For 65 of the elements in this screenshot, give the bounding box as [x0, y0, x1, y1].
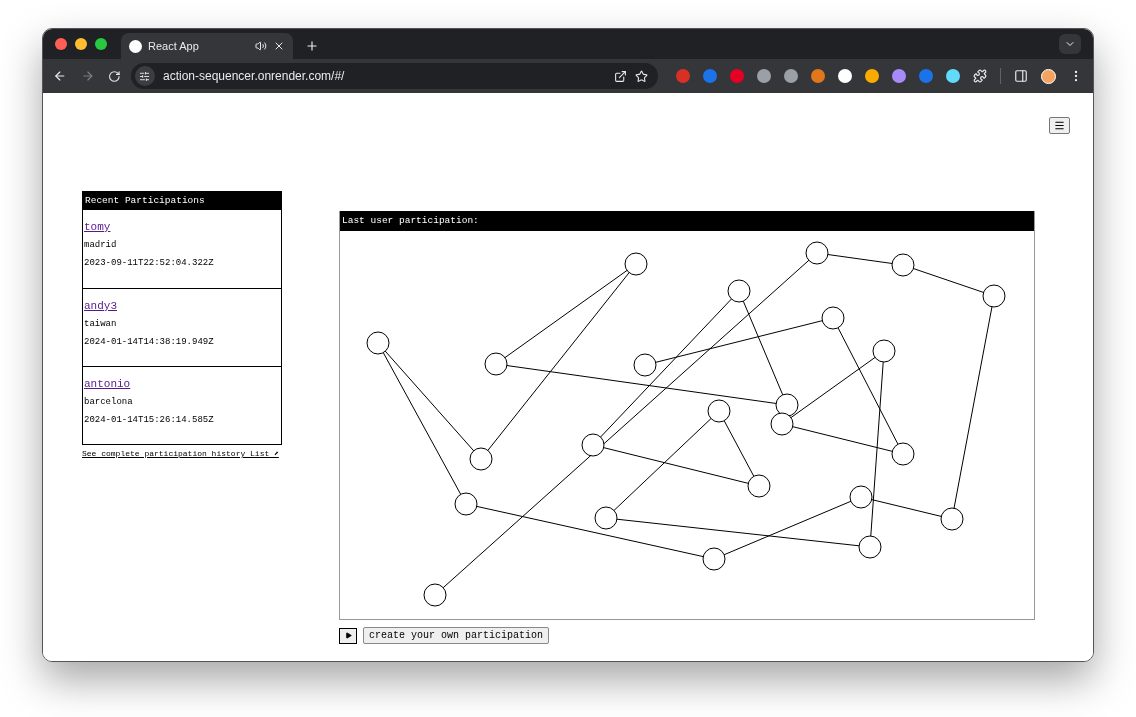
forward-icon[interactable] [80, 69, 95, 83]
graph-node [727, 279, 751, 303]
new-tab-icon[interactable] [305, 39, 319, 53]
graph-node [805, 241, 829, 265]
open-external-icon[interactable] [614, 69, 627, 83]
graph-node [423, 583, 447, 607]
maximize-window-icon[interactable] [95, 38, 107, 50]
minimize-window-icon[interactable] [75, 38, 87, 50]
participant-city: taiwan [84, 319, 118, 330]
address-bar[interactable]: action-sequencer.onrender.com/#/ [131, 63, 658, 89]
tab-title: React App [148, 38, 200, 54]
participant-city: madrid [84, 240, 118, 251]
panel-title: Recent Participations [83, 192, 281, 210]
site-settings-icon[interactable] [139, 70, 151, 82]
history-link[interactable]: See complete participation history List ⬈ [82, 448, 282, 460]
participation-timestamp: 2024-01-14T15:26:14.585Z [84, 415, 215, 426]
reload-icon[interactable] [108, 69, 121, 83]
graph-node [858, 535, 882, 559]
graph-node [775, 393, 799, 417]
graph-node [940, 507, 964, 531]
graph-node [633, 353, 657, 377]
extensions-puzzle-icon[interactable] [973, 69, 987, 83]
graph-node [581, 433, 605, 457]
create-participation-button[interactable]: create your own participation [363, 627, 550, 644]
graph-node [624, 252, 648, 276]
extension-icon[interactable] [865, 69, 879, 83]
graph-node [982, 284, 1006, 308]
graph-node [821, 306, 845, 330]
participation-timestamp: 2023-09-11T22:52:04.322Z [84, 258, 215, 269]
url-text: action-sequencer.onrender.com/#/ [163, 68, 346, 85]
play-icon [344, 632, 352, 639]
participant-link[interactable]: tomy [84, 221, 281, 233]
browser-tab[interactable]: React App [121, 33, 293, 59]
favicon-icon [129, 39, 142, 53]
side-panel-icon[interactable] [1014, 69, 1028, 83]
participant-link[interactable]: andy3 [84, 300, 281, 312]
close-icon[interactable] [273, 40, 285, 52]
menu-icon [1054, 120, 1065, 131]
speaker-icon [255, 40, 267, 52]
graph-node [454, 492, 478, 516]
tab-search-button[interactable] [1059, 34, 1081, 54]
canvas-title: Last user participation: [340, 211, 1034, 231]
graph-node [366, 331, 390, 355]
profile-avatar[interactable] [1041, 68, 1056, 84]
graph-node [484, 352, 508, 376]
graph-node [891, 253, 915, 277]
play-button[interactable] [339, 627, 357, 644]
graph-node [702, 547, 726, 571]
graph-node [849, 485, 873, 509]
graph-node [747, 474, 771, 498]
graph-node [891, 442, 915, 466]
participant-city: barcelona [84, 397, 134, 408]
graph-node [872, 339, 896, 363]
graph-node [469, 447, 493, 471]
extension-icon[interactable] [838, 69, 852, 83]
graph-node [594, 506, 618, 530]
close-window-icon[interactable] [55, 38, 67, 50]
participant-link[interactable]: antonio [84, 378, 281, 390]
graph-node [707, 399, 731, 423]
graph-node [770, 412, 794, 436]
participation-timestamp: 2024-01-14T14:38:19.949Z [84, 337, 215, 348]
back-icon[interactable] [53, 69, 67, 83]
extension-icon[interactable] [946, 69, 960, 83]
bookmark-star-icon[interactable] [635, 69, 648, 83]
menu-button[interactable] [1049, 117, 1070, 134]
